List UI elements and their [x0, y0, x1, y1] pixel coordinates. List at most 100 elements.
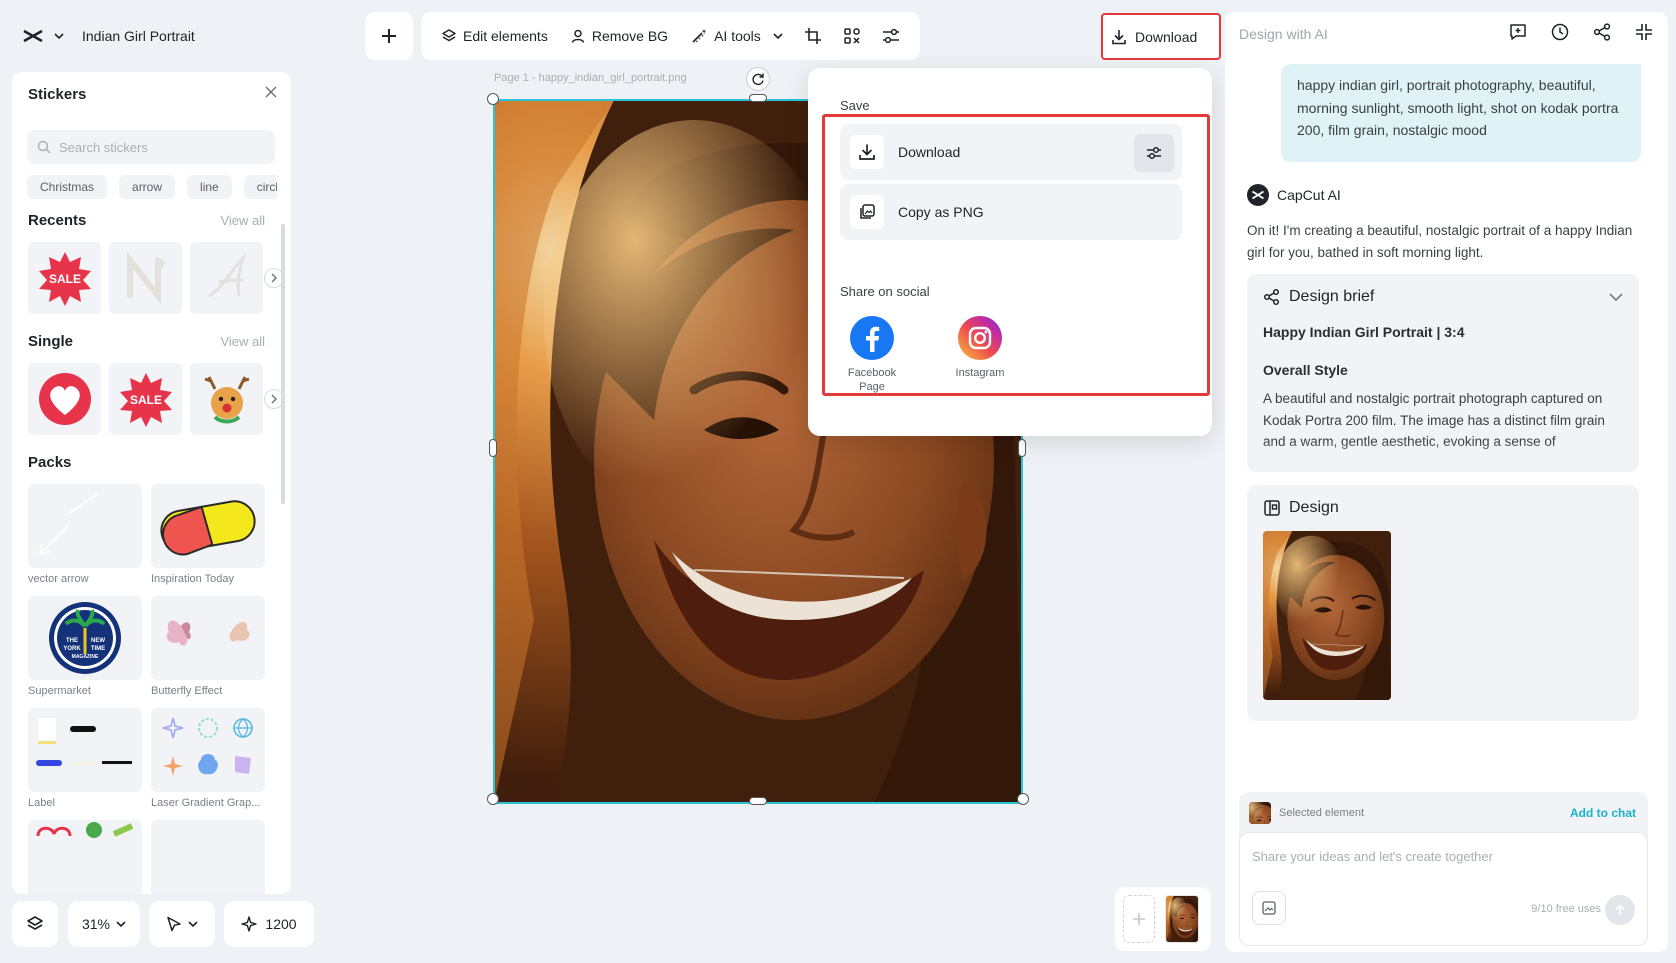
- copy-icon: [850, 195, 884, 229]
- design-brief-card[interactable]: Design brief Happy Indian Girl Portrait …: [1247, 274, 1639, 472]
- design-title: Design: [1289, 499, 1339, 516]
- copy-png-option[interactable]: Copy as PNG: [840, 184, 1182, 240]
- recents-heading: Recents: [28, 212, 87, 229]
- chevron-down-icon: [116, 921, 126, 927]
- ai-tools-button[interactable]: AI tools: [682, 19, 791, 53]
- new-chat-icon[interactable]: [1508, 22, 1528, 42]
- chat-composer: Selected element Add to chat Share your …: [1239, 792, 1648, 946]
- add-page-button[interactable]: [1123, 895, 1155, 943]
- recents-view-all[interactable]: View all: [220, 213, 265, 228]
- add-button[interactable]: [365, 12, 413, 60]
- pack-thumb: [151, 596, 265, 680]
- resize-handle-top[interactable]: [749, 94, 767, 102]
- recents-row: SALE: [28, 242, 284, 314]
- facebook-icon: [850, 316, 894, 360]
- chevron-down-icon[interactable]: [1609, 293, 1623, 301]
- collapse-icon[interactable]: [1634, 22, 1654, 42]
- download-button[interactable]: Download: [1101, 13, 1221, 60]
- pointer-tool-dropdown[interactable]: [149, 901, 215, 947]
- search-icon: [37, 140, 51, 154]
- layers-icon: [26, 915, 44, 933]
- layers-icon: [441, 28, 457, 44]
- pack-thumb: [151, 484, 265, 568]
- design-result-card: Design: [1247, 485, 1639, 721]
- tag-christmas[interactable]: Christmas: [27, 175, 108, 199]
- design-brief-header: Design brief: [1263, 288, 1623, 306]
- download-icon: [850, 135, 884, 169]
- user-prompt-bubble: happy indian girl, portrait photography,…: [1281, 64, 1641, 162]
- resize-handle-top-left[interactable]: [487, 93, 499, 105]
- crop-button[interactable]: [797, 19, 830, 53]
- sticker-sale-badge[interactable]: SALE: [28, 242, 101, 314]
- resize-handle-left[interactable]: [489, 439, 497, 457]
- image-upload-button[interactable]: [1252, 891, 1286, 925]
- pack-item[interactable]: Inspiration Today: [151, 484, 265, 585]
- edit-elements-button[interactable]: Edit elements: [433, 19, 556, 53]
- resize-handle-right[interactable]: [1018, 439, 1026, 457]
- sticker-tags: Christmas arrow line circle: [27, 175, 277, 199]
- share-icon[interactable]: [1592, 22, 1612, 42]
- sliders-icon: [882, 28, 900, 44]
- pack-item[interactable]: Label: [28, 708, 142, 809]
- page-thumbnail[interactable]: [1165, 895, 1199, 943]
- close-icon[interactable]: [265, 86, 277, 98]
- tag-arrow[interactable]: arrow: [119, 175, 176, 199]
- rotate-handle[interactable]: [746, 67, 770, 91]
- tag-circle[interactable]: circle: [243, 175, 277, 199]
- resize-handle-bottom-left[interactable]: [487, 793, 499, 805]
- ai-message: On it! I'm creating a beautiful, nostalg…: [1247, 223, 1633, 260]
- sticker-reindeer[interactable]: [190, 363, 263, 435]
- pack-thumb[interactable]: [151, 820, 265, 894]
- scrollbar[interactable]: [281, 224, 285, 504]
- brief-style-heading: Overall Style: [1263, 362, 1348, 378]
- pack-thumb[interactable]: [28, 820, 142, 894]
- project-name[interactable]: Indian Girl Portrait: [82, 28, 195, 44]
- layers-button[interactable]: [12, 901, 58, 947]
- facebook-share-button[interactable]: Facebook Page: [827, 316, 917, 394]
- sticker-letter-a[interactable]: [190, 242, 263, 314]
- pack-item[interactable]: vector arrow: [28, 484, 142, 585]
- chat-input[interactable]: Share your ideas and let's create togeth…: [1239, 832, 1648, 946]
- adjust-button[interactable]: [875, 19, 908, 53]
- tag-line[interactable]: line: [187, 175, 232, 199]
- badge-word: NEW: [91, 638, 105, 644]
- stickers-panel: Stickers Search stickers Christmas arrow…: [12, 72, 291, 894]
- sticker-sale-badge[interactable]: SALE: [109, 363, 182, 435]
- resize-handle-bottom[interactable]: [749, 797, 767, 805]
- pack-label: Butterfly Effect: [151, 685, 223, 697]
- pack-item[interactable]: Butterfly Effect: [151, 596, 265, 697]
- pack-thumb: [28, 708, 142, 792]
- badge-word: THE: [66, 638, 78, 644]
- copy-png-label: Copy as PNG: [898, 204, 984, 220]
- design-thumbnail[interactable]: [1263, 531, 1391, 700]
- pack-thumb: THE NEW YORK TIME MAGAZINE: [28, 596, 142, 680]
- cursor-icon: [166, 916, 182, 932]
- remove-bg-button[interactable]: Remove BG: [562, 19, 676, 53]
- single-view-all[interactable]: View all: [220, 334, 265, 349]
- history-icon[interactable]: [1550, 22, 1570, 42]
- chevron-down-icon[interactable]: [54, 33, 64, 39]
- resize-handle-bottom-right[interactable]: [1017, 793, 1029, 805]
- capcut-logo-icon[interactable]: [22, 28, 44, 44]
- pack-label: Supermarket: [28, 685, 91, 697]
- arrange-button[interactable]: [836, 19, 869, 53]
- zoom-value: 31%: [81, 916, 111, 932]
- instagram-share-button[interactable]: Instagram: [935, 316, 1025, 380]
- add-to-chat-button[interactable]: Add to chat: [1570, 806, 1636, 820]
- sticker-search-input[interactable]: Search stickers: [27, 130, 275, 164]
- arrow-up-icon: [1614, 904, 1626, 916]
- badge-word: TIME: [91, 646, 105, 652]
- badge-word: YORK: [63, 646, 81, 652]
- download-option[interactable]: Download: [840, 124, 1182, 180]
- share-heading: Share on social: [840, 284, 930, 299]
- download-settings-button[interactable]: [1134, 134, 1174, 172]
- sticker-heart[interactable]: [28, 363, 101, 435]
- zoom-dropdown[interactable]: 31%: [68, 901, 140, 947]
- pack-item[interactable]: THE NEW YORK TIME MAGAZINE Supermarket: [28, 596, 142, 697]
- send-button[interactable]: [1605, 895, 1635, 925]
- single-heading: Single: [28, 333, 74, 350]
- pack-item[interactable]: Laser Gradient Grap...: [151, 708, 265, 809]
- credits-button[interactable]: 1200: [224, 901, 314, 947]
- chat-placeholder: Share your ideas and let's create togeth…: [1252, 849, 1493, 864]
- sticker-letter-n[interactable]: [109, 242, 182, 314]
